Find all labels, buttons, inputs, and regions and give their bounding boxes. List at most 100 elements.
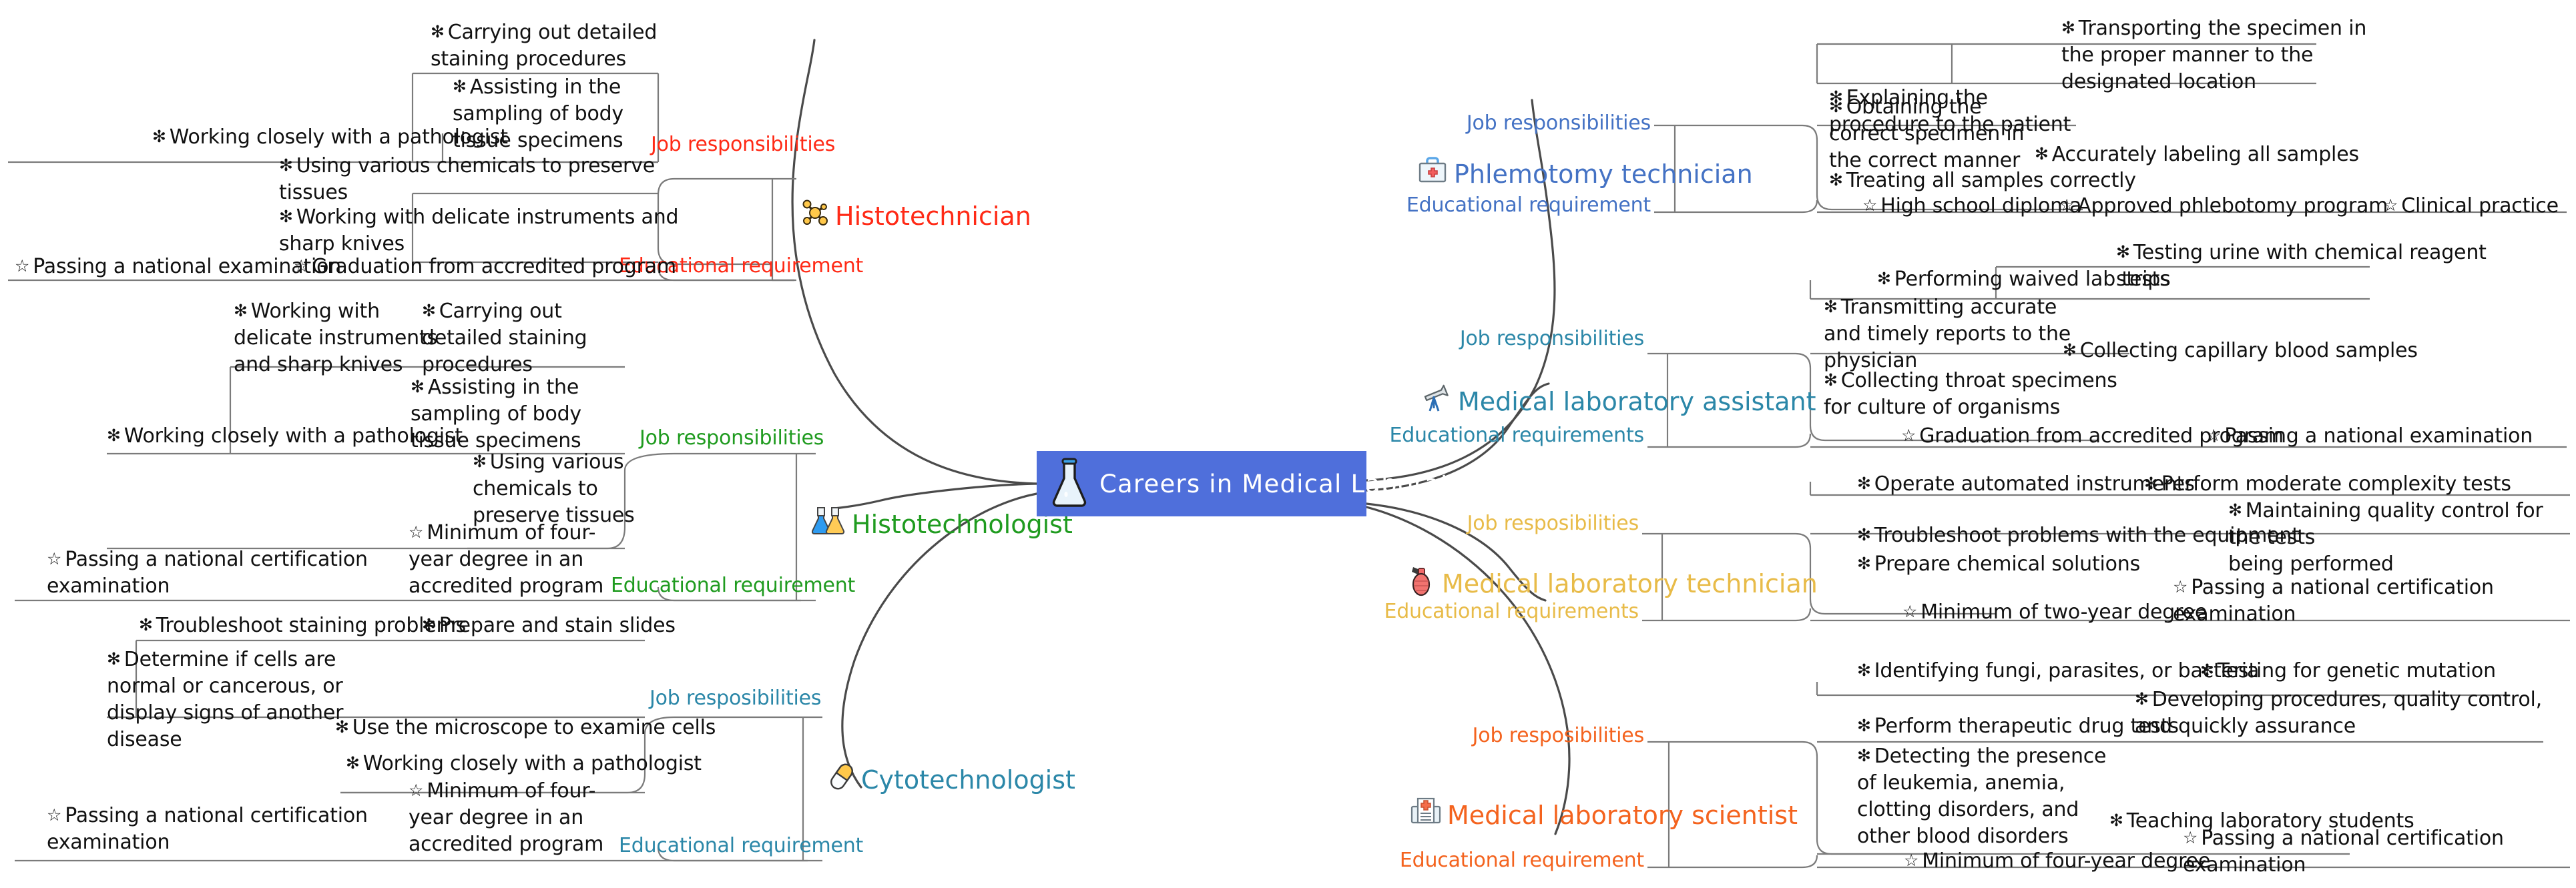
list-item[interactable]: ✻ Collecting capillary blood samples [2063, 337, 2418, 364]
star-bullet-icon: ☆ [2183, 828, 2198, 847]
category-label-mls-job[interactable]: Job resposibilities [1473, 723, 1645, 749]
branch-label-histotechnician[interactable]: Histotechnician [800, 198, 1031, 234]
flower-bullet-icon: ✻ [1877, 269, 1891, 288]
list-item[interactable]: ☆ Minimum of four- year degree in an accr… [409, 519, 603, 600]
flower-bullet-icon: ✻ [431, 22, 445, 41]
flower-bullet-icon: ✻ [234, 301, 248, 320]
flower-bullet-icon: ✻ [1857, 525, 1871, 544]
flower-bullet-icon: ✻ [1829, 97, 1843, 116]
list-item[interactable]: ✻ Working with delicate instruments and s… [234, 298, 437, 378]
branch-label-phlemotomy-technician[interactable]: Phlemotomy technician [1416, 155, 1753, 192]
list-item[interactable]: ☆ Approved phlebotomy program [2059, 192, 2388, 219]
list-item[interactable]: ☆ Graduation from accredited program [294, 253, 676, 280]
list-item[interactable]: ✻ Use the microscope to examine cells [335, 714, 716, 741]
list-item[interactable]: ✻ Troubleshoot staining problems [139, 612, 466, 639]
star-bullet-icon: ☆ [2206, 426, 2222, 445]
flower-bullet-icon: ✻ [2109, 811, 2123, 830]
flower-bullet-icon: ✻ [411, 377, 425, 396]
list-item[interactable]: ☆ Passing a national certification examin… [47, 802, 368, 856]
list-item[interactable]: ✻ Maintaining quality control for the tes… [2228, 497, 2576, 578]
list-item[interactable]: ✻ Identifying fungi, parasites, or bacter… [1857, 657, 2259, 685]
list-item[interactable]: ✻ Working closely with a pathologist [107, 422, 463, 450]
category-label-histotechnologist-job[interactable]: Job responsibilities [639, 425, 824, 452]
list-item[interactable]: ✻ Transmitting accurate and timely report… [1824, 294, 2071, 374]
list-item[interactable]: ☆ Minimum of four-year degree [1904, 847, 2210, 875]
star-bullet-icon: ☆ [294, 256, 309, 276]
list-item[interactable]: ☆ Minimum of two-year degree [1902, 598, 2207, 626]
flower-bullet-icon: ✻ [107, 426, 121, 445]
list-item[interactable]: ✻ Testing urine with chemical reagent str… [2116, 239, 2487, 293]
list-item[interactable]: ✻ Developing procedures, quality control,… [2135, 686, 2542, 740]
list-item[interactable]: ☆ Minimum of four- year degree in an accr… [409, 777, 603, 858]
flower-bullet-icon: ✻ [2135, 689, 2149, 709]
list-item[interactable]: ☆ Passing a national certification examin… [2173, 574, 2494, 628]
list-item[interactable]: ✻ Testing for genetic mutation [2200, 657, 2496, 685]
list-item[interactable]: ✻ Accurately labeling all samples [2035, 141, 2359, 168]
pipette-bulb-icon [1410, 564, 1437, 603]
flask-icon [1049, 456, 1090, 512]
telescope-icon [1421, 383, 1453, 420]
list-item[interactable]: ✻ Working closely with a pathologist [152, 123, 508, 151]
flower-bullet-icon: ✻ [1857, 660, 1871, 680]
category-label-mls-edu[interactable]: Educational requirement [1400, 847, 1644, 874]
branch-label-medical-laboratory-scientist[interactable]: Medical laboratory scientist [1410, 796, 1798, 834]
list-item[interactable]: ✻ Determine if cells are normal or cancer… [107, 646, 343, 753]
list-item[interactable]: ✻ Transporting the specimen in the proper… [2061, 15, 2366, 95]
list-item[interactable]: ☆ Clinical practice [2383, 192, 2559, 219]
category-label-cytotechnologist-job[interactable]: Job resposibilities [650, 685, 822, 712]
center-node-title: Careers in Medical Laboratories [1099, 469, 1515, 498]
category-label-histotechnologist-edu[interactable]: Educational requirement [611, 572, 855, 599]
center-node[interactable]: Careers in Medical Laboratories [1037, 451, 1515, 516]
star-bullet-icon: ☆ [1862, 195, 1878, 215]
branch-label-medical-laboratory-technician[interactable]: Medical laboratory technician [1410, 564, 1818, 603]
list-item[interactable]: ✻ Using various chemicals to preserve tis… [279, 152, 655, 206]
list-item[interactable]: ☆ Passing a national certification examin… [2183, 825, 2504, 879]
branch-label-histotechnologist[interactable]: Histotechnologist [811, 506, 1073, 542]
list-item[interactable]: ✻ Perform therapeutic drug tests [1857, 713, 2179, 740]
flower-bullet-icon: ✻ [107, 649, 121, 669]
list-item[interactable]: ✻ Working with delicate instruments and s… [279, 203, 679, 258]
branch-name-phlemotomy-technician: Phlemotomy technician [1454, 159, 1753, 189]
category-label-phlemotomy-edu[interactable]: Educational requirement [1406, 192, 1651, 219]
list-item[interactable]: ✻ Detecting the presence of leukemia, ane… [1857, 743, 2107, 850]
list-item[interactable]: ✻ Perform moderate complexity tests [2144, 470, 2511, 498]
capsule-icon [828, 761, 856, 799]
list-item[interactable]: ✻ Collecting throat specimens for culture… [1824, 367, 2117, 421]
list-item[interactable]: ☆ Passing a national certification examin… [47, 546, 368, 600]
flower-bullet-icon: ✻ [2144, 474, 2158, 493]
list-item[interactable]: ✻ Using various chemicals to preserve tis… [473, 448, 635, 529]
flower-bullet-icon: ✻ [139, 615, 153, 634]
list-item[interactable]: ✻ Treating all samples correctly [1829, 167, 2136, 194]
star-bullet-icon: ☆ [1901, 426, 1916, 445]
branch-label-medical-laboratory-assistant[interactable]: Medical laboratory assistant [1421, 383, 1816, 420]
branch-name-cytotechnologist: Cytotechnologist [861, 765, 1075, 795]
list-item[interactable]: ✻ Carrying out detailed staining procedur… [431, 19, 657, 73]
flower-bullet-icon: ✻ [1824, 297, 1838, 316]
flower-bullet-icon: ✻ [279, 155, 293, 175]
category-label-mla-job[interactable]: Job responsibilities [1460, 326, 1644, 352]
list-item[interactable]: ☆ High school diploma [1862, 192, 2082, 219]
list-item[interactable]: ✻ Carrying out detailed staining procedur… [422, 298, 587, 378]
star-bullet-icon: ☆ [2173, 577, 2188, 596]
list-item[interactable]: ✻ Working closely with a pathologist [346, 750, 702, 777]
category-label-mlt-edu[interactable]: Educational requirements [1384, 598, 1639, 625]
flower-bullet-icon: ✻ [2061, 18, 2075, 37]
star-bullet-icon: ☆ [409, 781, 424, 800]
category-label-phlemotomy-job[interactable]: Job responsibilities [1467, 110, 1651, 137]
list-item[interactable]: ✻ Prepare and stain slides [422, 612, 676, 639]
list-item[interactable]: ☆ Passing a national examination [15, 253, 341, 280]
category-label-cytotechnologist-edu[interactable]: Educational requirement [619, 833, 863, 859]
mindmap-canvas: Careers in Medical Laboratories Histotec… [0, 0, 2576, 888]
star-bullet-icon: ☆ [409, 522, 424, 542]
category-label-mlt-job[interactable]: Job resposibilities [1467, 510, 1639, 537]
list-item[interactable]: ✻ Prepare chemical solutions [1857, 550, 2140, 578]
category-label-histotechnician-job[interactable]: Job responsibilities [651, 131, 835, 158]
flower-bullet-icon: ✻ [1824, 370, 1838, 390]
category-label-mla-edu[interactable]: Educational requirements [1389, 422, 1644, 449]
flower-bullet-icon: ✻ [2063, 340, 2077, 360]
list-item[interactable]: ✻ Obtaining the correct specimen in the c… [1829, 93, 2025, 174]
flower-bullet-icon: ✻ [1857, 554, 1871, 573]
branch-label-cytotechnologist[interactable]: Cytotechnologist [828, 761, 1075, 799]
list-item[interactable]: ☆ Passing a national examination [2206, 422, 2533, 450]
flower-bullet-icon: ✻ [2116, 242, 2130, 262]
